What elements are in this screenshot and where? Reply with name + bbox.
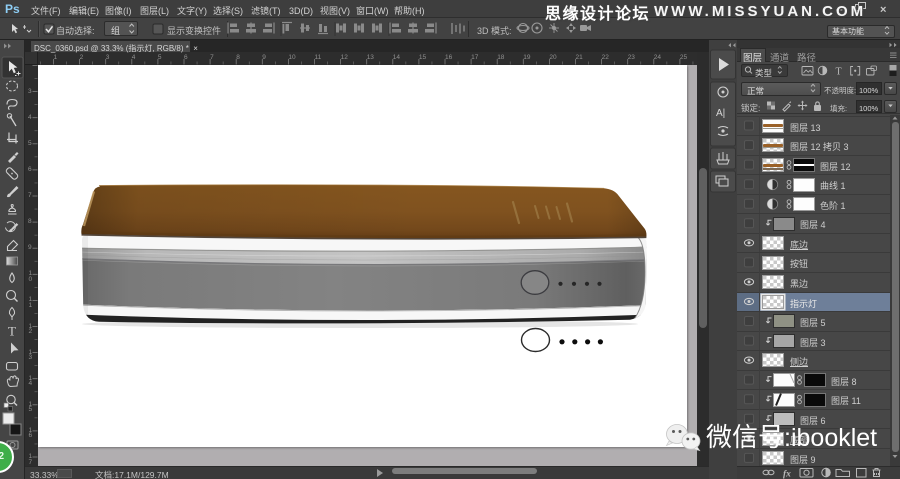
svg-text:fx: fx	[783, 470, 791, 479]
svg-text:T: T	[836, 67, 842, 78]
